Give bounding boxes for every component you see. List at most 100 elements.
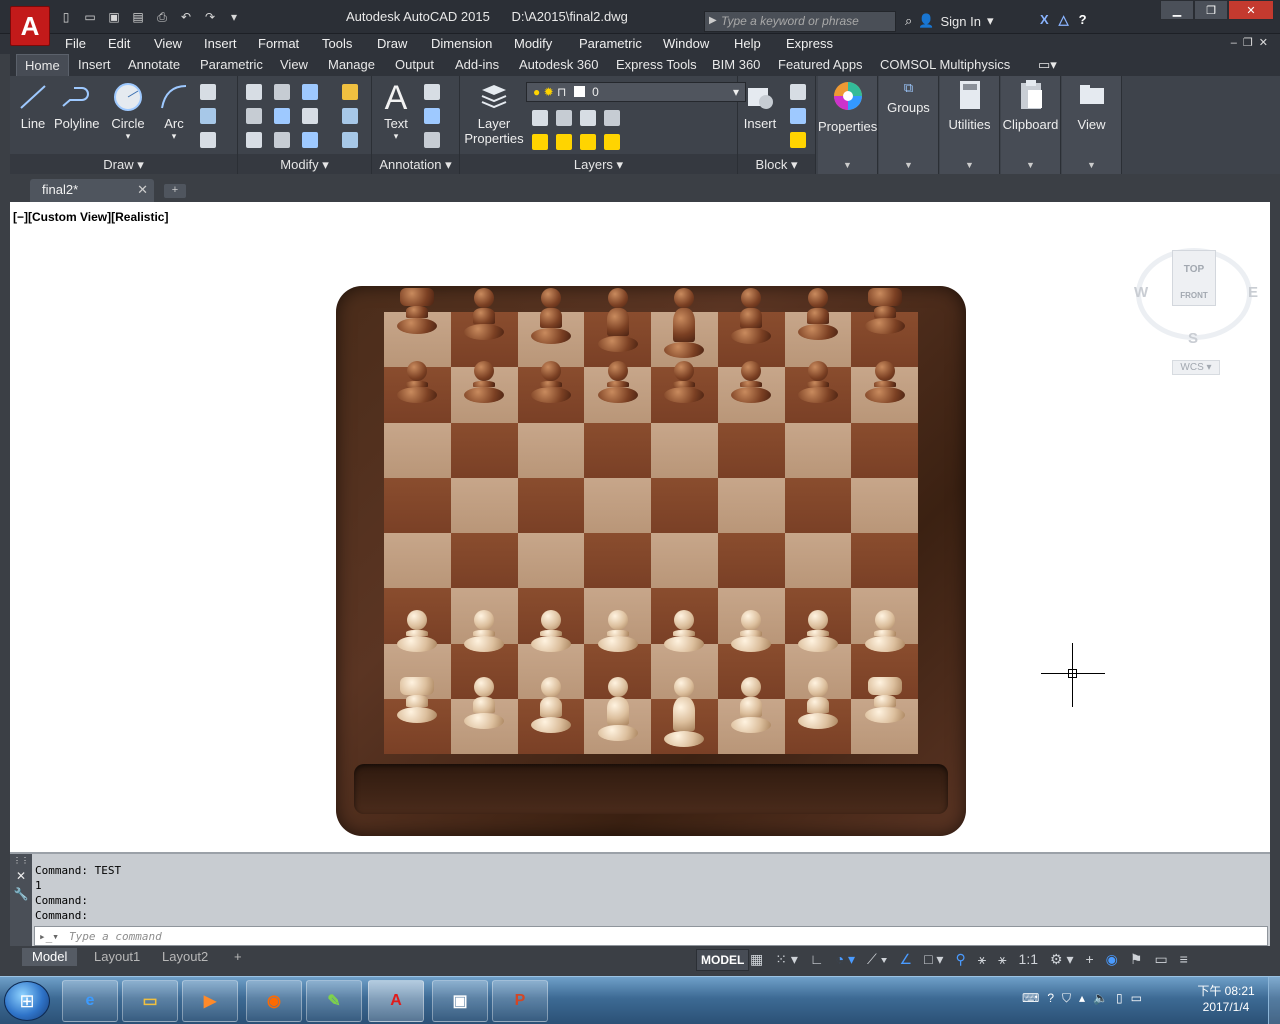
- a360-icon[interactable]: △: [1059, 12, 1069, 28]
- offset-icon[interactable]: [342, 132, 358, 148]
- redo-icon[interactable]: ↷: [200, 8, 220, 26]
- layer-properties-tool[interactable]: Layer Properties: [464, 82, 524, 146]
- tab-manage[interactable]: Manage: [328, 57, 375, 72]
- tab-bim-360[interactable]: BIM 360: [712, 57, 760, 72]
- compass-east[interactable]: E: [1248, 284, 1258, 301]
- panel-layers-title[interactable]: Layers ▾: [460, 154, 737, 174]
- annotation-scale-icon[interactable]: ⚹: [998, 951, 1006, 968]
- isolate-objects-icon[interactable]: ◉: [1106, 951, 1118, 968]
- ribbon-options-icon[interactable]: ▭▾: [1038, 57, 1057, 73]
- command-window-handle[interactable]: ⋮⋮ ✕ 🔧: [10, 854, 32, 946]
- explode-icon[interactable]: [342, 108, 358, 124]
- layer-icon-5[interactable]: [532, 134, 548, 150]
- autocad-taskbar-icon[interactable]: A: [368, 980, 424, 1022]
- chevron-down-icon[interactable]: ▾: [987, 13, 994, 29]
- show-desktop-button[interactable]: [1268, 977, 1280, 1024]
- tab-view[interactable]: View: [280, 57, 308, 72]
- leader-icon[interactable]: [424, 108, 440, 124]
- auto-scale-icon[interactable]: ⚹: [978, 951, 986, 968]
- menu-edit[interactable]: Edit: [108, 36, 130, 51]
- text-tool[interactable]: A Text ▾: [380, 80, 412, 142]
- edit-block-icon[interactable]: [790, 108, 806, 124]
- sign-in-label[interactable]: Sign In: [940, 14, 980, 29]
- layer-icon-7[interactable]: [580, 134, 596, 150]
- viewcube-front[interactable]: FRONT: [1173, 291, 1215, 300]
- menu-window[interactable]: Window: [663, 36, 709, 51]
- tab-comsol[interactable]: COMSOL Multiphysics: [880, 57, 1010, 72]
- binoculars-icon[interactable]: ⌕: [905, 13, 912, 29]
- wcs-menu[interactable]: WCS ▾: [1172, 360, 1220, 375]
- table-icon[interactable]: [424, 132, 440, 148]
- mdi-controls[interactable]: –❐✕: [1231, 36, 1274, 49]
- viewport-controls[interactable]: [−][Custom View][Realistic]: [13, 210, 168, 224]
- save-as-icon[interactable]: ▤: [128, 8, 148, 26]
- menu-format[interactable]: Format: [258, 36, 299, 51]
- stretch-icon[interactable]: [246, 132, 262, 148]
- model-space-toggle[interactable]: MODEL: [696, 949, 750, 971]
- chevron-down-icon[interactable]: ▾: [108, 131, 148, 142]
- save-icon[interactable]: ▣: [104, 8, 124, 26]
- close-icon[interactable]: ✕: [10, 869, 32, 883]
- trim-icon[interactable]: [302, 84, 318, 100]
- ie-taskbar-icon[interactable]: e: [62, 980, 118, 1022]
- isodraft-icon[interactable]: ⟋ ▾: [867, 951, 888, 968]
- help-tray-icon[interactable]: ?: [1047, 991, 1054, 1006]
- powerpoint-taskbar-icon[interactable]: P: [492, 980, 548, 1022]
- tab-layout1[interactable]: Layout1: [84, 948, 150, 966]
- application-menu-button[interactable]: A: [10, 6, 50, 46]
- menu-file[interactable]: File: [65, 36, 86, 51]
- object-snap-icon[interactable]: ∠: [900, 951, 913, 968]
- rectangle-icon[interactable]: [200, 84, 216, 100]
- workspace-gear-icon[interactable]: ⚙ ▾: [1050, 951, 1073, 968]
- add-layout-button[interactable]: +: [224, 948, 252, 966]
- annotation-visibility-icon[interactable]: ⚲: [955, 951, 965, 968]
- layer-icon-6[interactable]: [556, 134, 572, 150]
- menu-view[interactable]: View: [154, 36, 182, 51]
- network-icon[interactable]: ▯: [1116, 991, 1123, 1006]
- tab-parametric[interactable]: Parametric: [200, 57, 263, 72]
- firefox-taskbar-icon[interactable]: ◉: [246, 980, 302, 1022]
- viewcube-top[interactable]: TOP: [1173, 264, 1215, 275]
- layer-icon-4[interactable]: [604, 110, 620, 126]
- tab-layout2[interactable]: Layout2: [152, 948, 218, 966]
- explorer-taskbar-icon[interactable]: ▭: [122, 980, 178, 1022]
- taskbar-clock[interactable]: 下午 08:21 2017/1/4: [1196, 983, 1256, 1015]
- line-tool[interactable]: Line: [16, 82, 50, 131]
- utilities-panel[interactable]: Utilities ▼: [940, 76, 1000, 174]
- new-icon[interactable]: ▯: [56, 8, 76, 26]
- tab-featured-apps[interactable]: Featured Apps: [778, 57, 863, 72]
- rotate-icon[interactable]: [274, 84, 290, 100]
- groups-panel[interactable]: ⧉ Groups ▼: [879, 76, 939, 174]
- annotation-monitor-icon[interactable]: +: [1085, 951, 1093, 968]
- panel-annotation-title[interactable]: Annotation ▾: [372, 154, 459, 174]
- tab-output[interactable]: Output: [395, 57, 434, 72]
- command-prompt-icon[interactable]: ▸_▾: [39, 930, 59, 943]
- viewcube[interactable]: TOP FRONT W E S WCS ▾: [1128, 242, 1268, 382]
- tab-insert[interactable]: Insert: [78, 57, 111, 72]
- volume-icon[interactable]: 🔈: [1093, 991, 1108, 1006]
- menu-tools[interactable]: Tools: [322, 36, 352, 51]
- drawing-viewport[interactable]: [−][Custom View][Realistic] TOP FRONT W …: [10, 202, 1270, 852]
- clean-screen-icon[interactable]: ▭: [1154, 951, 1167, 968]
- layer-icon-8[interactable]: [604, 134, 620, 150]
- properties-panel[interactable]: Properties ▼: [818, 76, 878, 174]
- menu-draw[interactable]: Draw: [377, 36, 407, 51]
- menu-insert[interactable]: Insert: [204, 36, 237, 51]
- panel-block-title[interactable]: Block ▾: [738, 154, 815, 174]
- insert-block-tool[interactable]: Insert: [740, 82, 780, 131]
- wrench-icon[interactable]: 🔧: [10, 887, 32, 901]
- hatch-icon[interactable]: [200, 108, 216, 124]
- arc-tool[interactable]: Arc ▾: [156, 82, 192, 142]
- scale-value[interactable]: 1:1: [1019, 951, 1038, 968]
- tab-home[interactable]: Home: [16, 54, 69, 76]
- menu-dimension[interactable]: Dimension: [431, 36, 492, 51]
- layer-icon-2[interactable]: [556, 110, 572, 126]
- close-icon[interactable]: ✕: [137, 182, 148, 198]
- customization-menu-icon[interactable]: ≡: [1180, 951, 1188, 968]
- maximize-button[interactable]: ❐: [1194, 0, 1228, 20]
- circle-tool[interactable]: Circle ▾: [108, 82, 148, 142]
- customize-qat-icon[interactable]: ▾: [224, 8, 244, 26]
- grid-icon[interactable]: ▦: [750, 951, 763, 968]
- polar-tracking-icon[interactable]: ◔ ▾: [836, 951, 855, 968]
- viewcube-cube[interactable]: TOP FRONT: [1172, 250, 1216, 306]
